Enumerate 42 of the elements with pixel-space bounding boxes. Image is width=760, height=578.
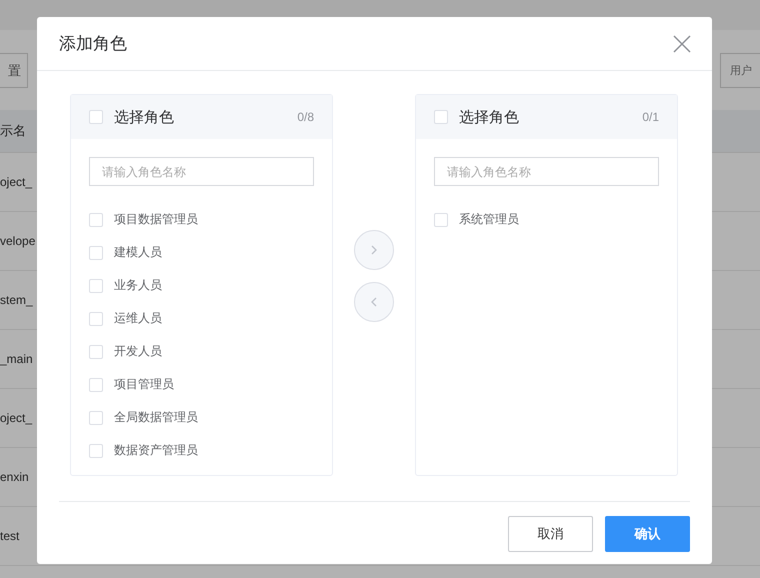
checkbox[interactable] — [89, 246, 103, 260]
checkbox[interactable] — [89, 410, 103, 424]
chevron-left-icon — [369, 296, 379, 308]
item-label[interactable]: 运维人员 — [114, 310, 162, 327]
search-field[interactable]: 请输入角色名称 — [434, 157, 659, 186]
table-cell: test — [0, 529, 20, 543]
dialog-title: 添加角色 — [59, 33, 127, 55]
cancel-button[interactable]: 取消 — [508, 516, 593, 552]
close-icon[interactable] — [673, 34, 691, 52]
table-cell: _main — [0, 352, 33, 366]
search-field[interactable]: 请输入角色名称 — [89, 157, 314, 186]
item-label[interactable]: 项目管理员 — [114, 376, 174, 393]
item-label[interactable]: 开发人员 — [114, 343, 162, 360]
item-label[interactable]: 数据资产管理员 — [114, 442, 198, 459]
table-cell: stem_ — [0, 293, 33, 307]
checkbox[interactable] — [434, 212, 448, 226]
toolbar-button[interactable]: 置 — [0, 53, 28, 88]
checkbox[interactable] — [89, 110, 103, 124]
checkbox[interactable] — [434, 110, 448, 124]
item-label[interactable]: 业务人员 — [114, 277, 162, 294]
checkbox[interactable] — [89, 344, 103, 358]
checkbox[interactable] — [89, 312, 103, 326]
item-count: 0/8 — [297, 110, 314, 124]
confirm-button[interactable]: 确认 — [605, 516, 690, 552]
panel-title: 选择角色 — [114, 108, 175, 126]
item-label[interactable]: 项目数据管理员 — [114, 211, 198, 228]
table-cell: oject_ — [0, 175, 32, 189]
item-label[interactable]: 全局数据管理员 — [114, 409, 198, 426]
panel-title: 选择角色 — [459, 108, 520, 126]
item-label[interactable]: 系统管理员 — [459, 211, 519, 228]
checkbox[interactable] — [89, 378, 103, 392]
table-cell: velope — [0, 234, 36, 248]
table-cell: oject_ — [0, 411, 32, 425]
checkbox[interactable] — [89, 278, 103, 292]
item-count: 0/1 — [642, 110, 659, 124]
column-header: 示名 — [0, 122, 26, 140]
chevron-right-icon — [369, 244, 379, 256]
item-label[interactable]: 建模人员 — [114, 244, 162, 261]
checkbox[interactable] — [89, 444, 103, 458]
table-cell: enxin — [0, 470, 29, 484]
checkbox[interactable] — [89, 212, 103, 226]
search-field[interactable]: 用户 — [720, 53, 760, 88]
